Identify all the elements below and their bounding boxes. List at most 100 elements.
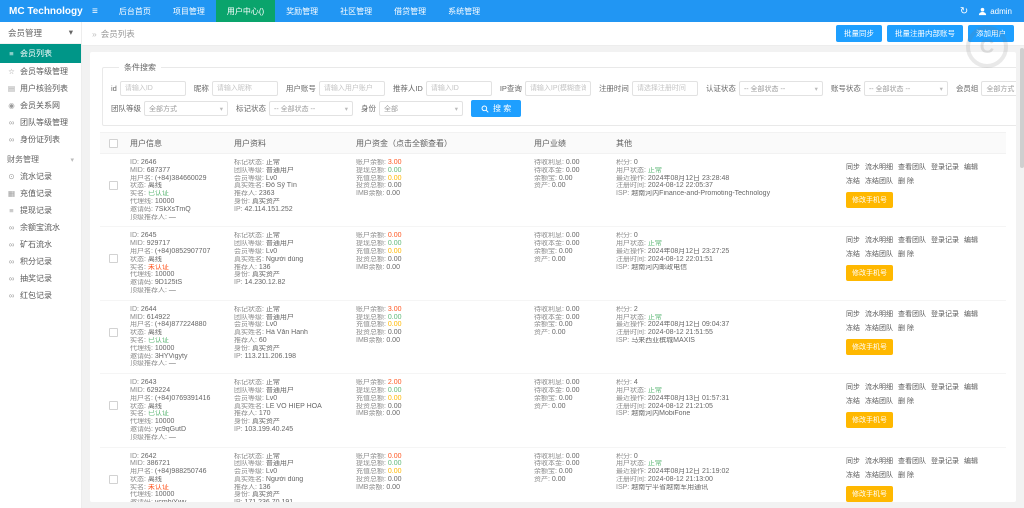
batch-register-internal-button[interactable]: 批量注册内部账号: [887, 25, 963, 42]
sidebar-item-6[interactable]: 财务管理 ▾: [0, 151, 81, 168]
op-delete-link[interactable]: 删 除: [898, 472, 914, 479]
op-sync-link[interactable]: 同步: [846, 164, 860, 171]
search-select-7[interactable]: -- 全部状态 -- ▾: [863, 81, 948, 96]
field-label: 余额宝:: [534, 174, 559, 182]
op-change-phone-button[interactable]: 修改手机号: [846, 485, 893, 502]
row-checkbox[interactable]: [108, 254, 118, 264]
op-view-team-link[interactable]: 查看团队: [898, 237, 926, 244]
op-freeze-team-link[interactable]: 冻结团队: [865, 251, 893, 258]
select-all-checkbox[interactable]: [108, 138, 118, 148]
search-select-2[interactable]: 全部 ▾: [379, 101, 463, 116]
op-freeze-link[interactable]: 冻结: [846, 178, 860, 185]
op-flow-detail-link[interactable]: 流水明细: [865, 458, 893, 465]
field-value: 2024-08-12 22:05:37: [647, 182, 713, 190]
nav-item-0[interactable]: 后台首页: [108, 0, 162, 22]
op-change-phone-button[interactable]: 修改手机号: [846, 265, 893, 282]
op-change-phone-button[interactable]: 修改手机号: [846, 338, 893, 355]
op-freeze-team-link[interactable]: 冻结团队: [865, 178, 893, 185]
op-freeze-team-link[interactable]: 冻结团队: [865, 472, 893, 479]
op-login-log-link[interactable]: 登录记录: [931, 458, 959, 465]
refresh-icon[interactable]: ↻: [960, 6, 968, 17]
sidebar-item-10[interactable]: ∞ 余额宝流水: [0, 219, 81, 236]
field-line: 注册时间: 2024-08-12 22:01:51: [616, 256, 838, 264]
sidebar-item-4[interactable]: ∞ 团队等级管理: [0, 114, 81, 131]
search-input-5[interactable]: [631, 81, 698, 96]
op-login-log-link[interactable]: 登录记录: [931, 164, 959, 171]
sidebar-item-14[interactable]: ∞ 红包记录: [0, 287, 81, 304]
op-flow-detail-link[interactable]: 流水明细: [865, 384, 893, 391]
sidebar-item-9[interactable]: ≡ 提现记录: [0, 202, 81, 219]
batch-sync-button[interactable]: 批量同步: [836, 25, 882, 42]
op-view-team-link[interactable]: 查看团队: [898, 458, 926, 465]
op-sync-link[interactable]: 同步: [846, 311, 860, 318]
search-input-1[interactable]: [211, 81, 278, 96]
sidebar-item-2[interactable]: ▤ 用户核验列表: [0, 80, 81, 97]
search-select-0[interactable]: 全部方式 ▾: [144, 101, 228, 116]
nav-item-1[interactable]: 项目管理: [162, 0, 216, 22]
op-delete-link[interactable]: 删 除: [898, 251, 914, 258]
search-input-4[interactable]: [524, 81, 591, 96]
op-flow-detail-link[interactable]: 流水明细: [865, 164, 893, 171]
sidebar-item-13[interactable]: ∞ 抽奖记录: [0, 270, 81, 287]
hamburger-icon[interactable]: ≡: [82, 0, 108, 22]
op-sync-link[interactable]: 同步: [846, 237, 860, 244]
op-view-team-link[interactable]: 查看团队: [898, 384, 926, 391]
nav-item-2[interactable]: 用户中心(): [215, 0, 276, 22]
op-freeze-team-link[interactable]: 冻结团队: [865, 325, 893, 332]
field-line: 邀请码: 3HYVigyty: [130, 353, 226, 361]
nav-item-5[interactable]: 借贷管理: [383, 0, 437, 22]
op-view-team-link[interactable]: 查看团队: [898, 164, 926, 171]
op-delete-link[interactable]: 删 除: [898, 325, 914, 332]
op-freeze-link[interactable]: 冻结: [846, 398, 860, 405]
row-checkbox[interactable]: [108, 474, 118, 484]
op-edit-link[interactable]: 编辑: [964, 311, 978, 318]
op-freeze-link[interactable]: 冻结: [846, 251, 860, 258]
field-label: 待收本金:: [534, 386, 566, 394]
row-checkbox[interactable]: [108, 327, 118, 337]
sidebar-item-7[interactable]: ⊙ 流水记录: [0, 168, 81, 185]
op-delete-link[interactable]: 删 除: [898, 178, 914, 185]
sidebar-item-11[interactable]: ∞ 矿石流水: [0, 236, 81, 253]
search-select-6[interactable]: -- 全部状态 -- ▾: [738, 81, 823, 96]
search-input-2[interactable]: [318, 81, 385, 96]
op-flow-detail-link[interactable]: 流水明细: [865, 237, 893, 244]
op-edit-link[interactable]: 编辑: [964, 384, 978, 391]
op-edit-link[interactable]: 编辑: [964, 164, 978, 171]
op-sync-link[interactable]: 同步: [846, 384, 860, 391]
nav-item-6[interactable]: 系统管理: [437, 0, 491, 22]
nav-item-4[interactable]: 社区管理: [329, 0, 383, 22]
sidebar-item-1[interactable]: ☆ 会员等级管理: [0, 63, 81, 80]
op-freeze-link[interactable]: 冻结: [846, 472, 860, 479]
row-checkbox[interactable]: [108, 181, 118, 190]
op-edit-link[interactable]: 编辑: [964, 458, 978, 465]
sidebar-module-select[interactable]: 会员管理 ▾: [0, 22, 81, 44]
sidebar-item-3[interactable]: ◉ 会员关系网: [0, 97, 81, 114]
search-button[interactable]: 搜 索: [471, 100, 522, 117]
op-freeze-team-link[interactable]: 冻结团队: [865, 398, 893, 405]
field-value: 2024年08月13日 01:57:31: [647, 394, 730, 402]
op-change-phone-button[interactable]: 修改手机号: [846, 192, 893, 208]
add-user-button[interactable]: 添加用户: [968, 25, 1014, 42]
row-checkbox[interactable]: [108, 401, 118, 411]
sidebar-item-12[interactable]: ∞ 积分记录: [0, 253, 81, 270]
search-input-0[interactable]: [119, 81, 186, 96]
op-edit-link[interactable]: 编辑: [964, 237, 978, 244]
op-login-log-link[interactable]: 登录记录: [931, 311, 959, 318]
op-sync-link[interactable]: 同步: [846, 458, 860, 465]
sidebar-item-0[interactable]: ≡ 会员列表: [0, 44, 81, 63]
search-select-8[interactable]: 全部方式▾: [981, 81, 1016, 96]
op-flow-detail-link[interactable]: 流水明细: [865, 311, 893, 318]
scrollbar-thumb[interactable]: [1020, 48, 1024, 168]
op-delete-link[interactable]: 删 除: [898, 398, 914, 405]
search-input-3[interactable]: [425, 81, 492, 96]
search-select-1[interactable]: -- 全部状态 -- ▾: [269, 101, 353, 116]
sidebar-item-8[interactable]: ▦ 充值记录: [0, 185, 81, 202]
sidebar-item-5[interactable]: ∞ 身份证列表: [0, 131, 81, 148]
nav-item-3[interactable]: 奖励管理: [275, 0, 329, 22]
op-login-log-link[interactable]: 登录记录: [931, 384, 959, 391]
op-login-log-link[interactable]: 登录记录: [931, 237, 959, 244]
op-view-team-link[interactable]: 查看团队: [898, 311, 926, 318]
user-menu[interactable]: admin: [978, 7, 1012, 16]
op-change-phone-button[interactable]: 修改手机号: [846, 412, 893, 429]
op-freeze-link[interactable]: 冻结: [846, 325, 860, 332]
